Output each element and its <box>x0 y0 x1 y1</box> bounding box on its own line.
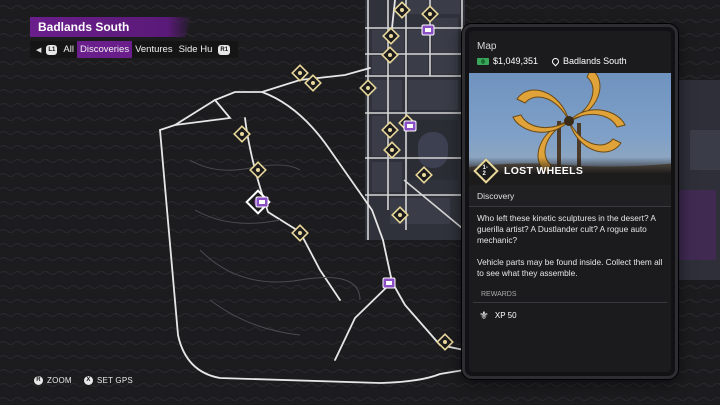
reward-item: ⚜ XP 50 <box>469 303 671 328</box>
set-gps-hint[interactable]: X SET GPS <box>84 376 133 385</box>
shop-marker-icon[interactable] <box>421 24 435 36</box>
description-paragraph: Who left these kinetic sculptures in the… <box>477 213 656 245</box>
tab-discoveries[interactable]: Discoveries <box>76 41 133 58</box>
activity-description: Who left these kinetic sculptures in the… <box>469 207 671 279</box>
r1-button-icon[interactable]: R1 <box>218 44 231 55</box>
set-gps-label: SET GPS <box>97 376 133 385</box>
tab-ventures[interactable]: Ventures <box>132 41 176 58</box>
chevron-left-icon: ◀ <box>36 46 42 54</box>
shop-marker-icon[interactable] <box>382 277 396 289</box>
tab-side-hustles[interactable]: Side Hu <box>176 41 216 58</box>
reward-label: XP 50 <box>494 311 517 320</box>
cross-button-icon: X <box>84 376 93 385</box>
description-paragraph: Vehicle parts may be found inside. Colle… <box>477 257 663 278</box>
shop-marker-icon[interactable] <box>255 196 269 208</box>
activity-name: LOST WHEELS <box>504 165 584 177</box>
phone-title: Map <box>477 41 497 52</box>
zoom-label: ZOOM <box>47 376 72 385</box>
phone-panel: Map $1,049,351 Badlands South 1-2 LOST W… <box>462 24 678 379</box>
r-stick-button-icon: R <box>34 376 43 385</box>
activity-image: 1-2 LOST WHEELS <box>469 73 671 185</box>
zoom-hint[interactable]: R ZOOM <box>34 376 72 385</box>
filter-tab-bar: ◀ L1 All Discoveries Ventures Side Hu R1 <box>30 41 238 58</box>
activity-caption: 1-2 LOST WHEELS <box>469 157 671 185</box>
location-pin-icon <box>550 56 561 66</box>
region-title: Badlands South <box>30 17 192 37</box>
rewards-heading: REWARDS <box>473 279 667 303</box>
phone-status-bar: $1,049,351 Badlands South <box>477 56 671 66</box>
shop-marker-icon[interactable] <box>403 120 417 132</box>
tab-all[interactable]: All <box>60 41 77 58</box>
phone-header: Map $1,049,351 Badlands South <box>469 31 671 73</box>
activity-level: 1-2 <box>482 165 488 177</box>
cash-icon <box>477 57 489 65</box>
fleur-de-lis-icon: ⚜ <box>479 310 489 322</box>
l1-button-icon[interactable]: L1 <box>46 44 58 55</box>
current-location: Badlands South <box>563 56 627 66</box>
cash-amount: $1,049,351 <box>493 56 539 66</box>
activity-category: Discovery <box>469 185 671 207</box>
activity-level-badge: 1-2 <box>473 158 499 184</box>
